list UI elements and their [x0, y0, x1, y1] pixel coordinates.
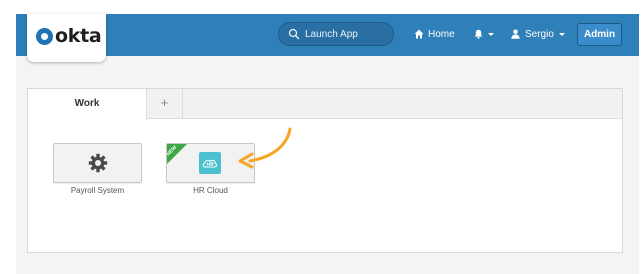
logo-text: okta [55, 25, 102, 47]
home-icon [414, 29, 424, 39]
apps-panel: Work + Payroll System NEW HR Cloud [27, 88, 623, 253]
logo-group: okta [36, 25, 102, 47]
user-name: Sergio [525, 28, 554, 40]
launch-app-search[interactable] [278, 22, 394, 46]
search-icon [288, 28, 300, 40]
tab-work[interactable]: Work [28, 89, 147, 120]
app-label-payroll-system[interactable]: Payroll System [53, 186, 142, 195]
home-link[interactable]: Home [414, 27, 455, 41]
tab-bar: Work + [28, 89, 622, 120]
user-icon [511, 29, 520, 39]
hr-cloud-logo-icon [199, 152, 221, 174]
okta-mark-icon [36, 27, 53, 45]
gear-icon [88, 153, 108, 173]
user-menu[interactable]: Sergio [511, 27, 565, 41]
chevron-down-icon [558, 32, 565, 36]
add-tab-button[interactable]: + [147, 89, 183, 119]
app-tile-payroll-system[interactable] [53, 143, 142, 183]
bell-icon [474, 29, 483, 39]
arrow-annotation [238, 127, 292, 169]
admin-button[interactable]: Admin [577, 23, 622, 46]
notifications-menu[interactable] [474, 27, 494, 41]
chevron-down-icon [488, 32, 494, 36]
home-label: Home [428, 28, 455, 40]
okta-logo[interactable]: okta [27, 14, 106, 62]
app-label-hr-cloud[interactable]: HR Cloud [166, 186, 255, 195]
search-input[interactable] [305, 28, 385, 40]
